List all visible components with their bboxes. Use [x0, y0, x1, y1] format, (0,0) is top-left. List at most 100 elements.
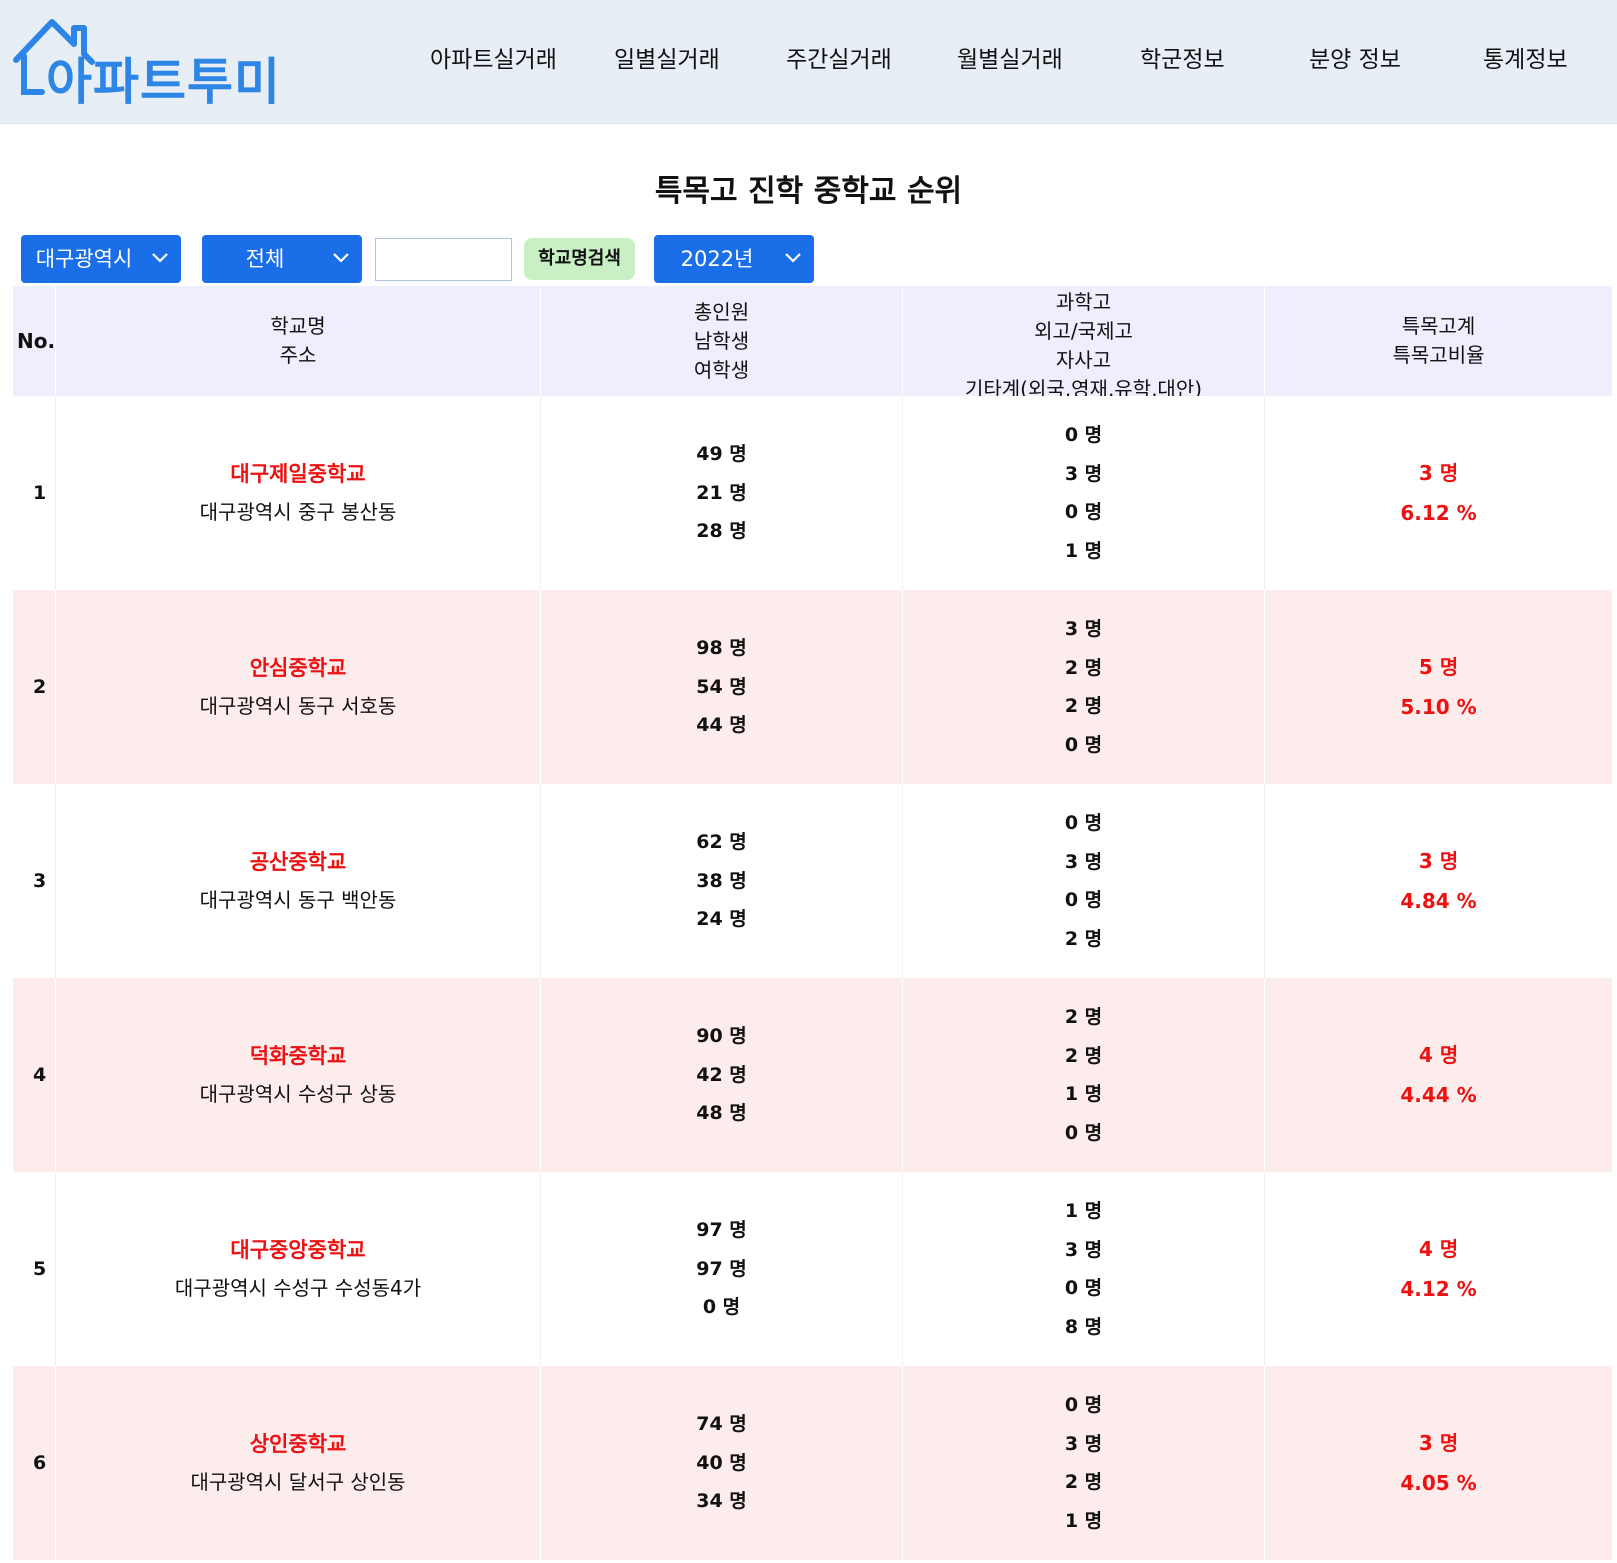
school-address: 대구광역시 동구 백안동 [199, 888, 397, 912]
chevron-down-icon [152, 253, 168, 263]
special-high-ratio: 4.12 % [1400, 1277, 1477, 1301]
row-number-cell: 5 [13, 1172, 56, 1366]
row-number: 2 [33, 676, 47, 698]
other-high-count: 1 명 [1064, 1509, 1103, 1532]
other-high-count: 1 명 [1064, 539, 1103, 562]
nav-item-2[interactable]: 일별실거래 [614, 40, 720, 80]
total-students: 97 명 [696, 1219, 747, 1242]
other-high-count: 8 명 [1064, 1315, 1103, 1338]
header-other-high: 기타계(외국,영재,유학,대안) [964, 377, 1203, 396]
school-name-link[interactable]: 안심중학교 [250, 649, 347, 687]
header-no: No. [13, 286, 56, 396]
students-cell: 97 명 97 명 0 명 [541, 1172, 903, 1366]
total-students: 90 명 [696, 1025, 747, 1048]
header-special-total: 특목고계 [1401, 314, 1476, 338]
nav-item-5[interactable]: 학군정보 [1140, 40, 1225, 80]
male-students: 54 명 [696, 675, 747, 698]
categories-cell: 0 명 3 명 0 명 2 명 [903, 784, 1265, 978]
school-address: 대구광역시 수성구 수성동4가 [174, 1276, 422, 1300]
nav-item-4[interactable]: 월별실거래 [957, 40, 1063, 80]
categories-cell: 0 명 3 명 2 명 1 명 [903, 1366, 1265, 1560]
students-cell: 49 명 21 명 28 명 [541, 396, 903, 590]
row-number: 3 [33, 870, 47, 892]
summary-cell: 3 명 6.12 % [1265, 396, 1612, 590]
foreign-intl-high-count: 3 명 [1064, 462, 1103, 485]
school-cell: 안심중학교대구광역시 동구 서호동 [56, 590, 541, 784]
autonomous-private-high-count: 0 명 [1064, 1277, 1103, 1299]
autonomous-private-high-count: 2 명 [1064, 695, 1103, 717]
female-students: 28 명 [696, 520, 747, 543]
foreign-intl-high-count: 2 명 [1064, 1044, 1103, 1067]
row-number-cell: 2 [13, 590, 56, 784]
special-high-total: 3 명 [1418, 849, 1459, 873]
row-number: 5 [33, 1258, 47, 1280]
school-name-link[interactable]: 상인중학교 [250, 1425, 347, 1463]
science-high-count: 2 명 [1064, 1006, 1103, 1028]
special-high-total: 5 명 [1418, 655, 1459, 679]
science-high-count: 1 명 [1064, 1200, 1103, 1222]
total-students: 98 명 [696, 637, 747, 660]
special-high-ratio: 4.84 % [1400, 889, 1477, 913]
school-name-link[interactable]: 대구중앙중학교 [230, 1231, 365, 1269]
header-no-label: No. [17, 328, 56, 353]
table-row: 2 안심중학교 대구광역시 동구 서호동 98 명 54 명 44 명 3 명 2 명 2 명 0… [13, 590, 1612, 784]
foreign-intl-high-count: 3 명 [1064, 1238, 1103, 1261]
summary-cell: 3 명 4.84 % [1265, 784, 1612, 978]
science-high-count: 3 명 [1064, 618, 1103, 640]
table-row: 4 덕화중학교 대구광역시 수성구 상동 90 명 42 명 48 명 2 명 2 명 1 명 0… [13, 978, 1612, 1172]
total-students: 49 명 [696, 443, 747, 466]
header-school-address: 주소 [279, 343, 317, 367]
foreign-intl-high-count: 2 명 [1064, 656, 1103, 679]
female-students: 48 명 [696, 1102, 747, 1125]
table-row: 5 대구중앙중학교대구광역시 수성구 수성동4가 97 명 97 명 0 명 1 명 3 명… [13, 1172, 1612, 1366]
nav-item-6[interactable]: 분양 정보 [1309, 40, 1401, 80]
students-cell: 90 명 42 명 48 명 [541, 978, 903, 1172]
foreign-intl-high-count: 3 명 [1064, 1432, 1103, 1455]
nav-item-3[interactable]: 주간실거래 [786, 40, 892, 80]
summary-cell: 5 명 5.10 % [1265, 590, 1612, 784]
female-students: 24 명 [696, 908, 747, 931]
district-select-value: 전체 [245, 247, 285, 271]
table-row: 6 상인중학교 대구광역시 달서구 상인동 74 명 40 명 34 명 0 명 3 명 2 명… [13, 1366, 1612, 1560]
science-high-count: 0 명 [1064, 1394, 1103, 1416]
special-high-ratio: 4.44 % [1400, 1083, 1477, 1107]
school-name-link[interactable]: 덕화중학교 [250, 1037, 347, 1075]
year-select[interactable]: 2022년 [654, 235, 814, 283]
year-select-value: 2022년 [680, 247, 754, 271]
header-students: 총인원 남학생 여학생 [541, 286, 903, 396]
female-students: 44 명 [696, 714, 747, 737]
logo-text: 아파트투미 [46, 53, 281, 111]
region-select[interactable]: 대구광역시 [21, 235, 181, 283]
row-number-cell: 1 [13, 396, 56, 590]
nav-item-7[interactable]: 통계정보 [1483, 40, 1568, 80]
school-name-link[interactable]: 공산중학교 [250, 843, 347, 881]
school-search-button[interactable]: 학교명검색 [524, 238, 635, 280]
nav-item-1[interactable]: 아파트실거래 [430, 40, 557, 80]
male-students: 42 명 [696, 1063, 747, 1086]
row-number: 4 [33, 1064, 47, 1086]
total-students: 74 명 [696, 1413, 747, 1436]
table-row: 3 공산중학교 대구광역시 동구 백안동 62 명 38 명 24 명 0 명 3 명 0 명 2… [13, 784, 1612, 978]
female-students: 0 명 [702, 1296, 741, 1319]
school-name-link[interactable]: 대구제일중학교 [230, 455, 365, 493]
site-logo[interactable]: 아파트투미 [12, 12, 280, 111]
categories-cell: 3 명 2 명 2 명 0 명 [903, 590, 1265, 784]
categories-cell: 0 명 3 명 0 명 1 명 [903, 396, 1265, 590]
table-header: No. 학교명 주소 총인원 남학생 여학생 과학고 외고/국제고 자사고 기타… [13, 286, 1612, 396]
chevron-down-icon [333, 253, 349, 263]
other-high-count: 0 명 [1064, 1121, 1103, 1144]
autonomous-private-high-count: 0 명 [1064, 889, 1103, 911]
science-high-count: 0 명 [1064, 424, 1103, 446]
autonomous-private-high-count: 2 명 [1064, 1471, 1103, 1493]
district-select[interactable]: 전체 [202, 235, 362, 283]
school-address: 대구광역시 동구 서호동 [199, 694, 397, 718]
row-number: 1 [33, 482, 47, 504]
page-title: 특목고 진학 중학교 순위 [654, 174, 963, 209]
male-students: 97 명 [696, 1257, 747, 1280]
autonomous-private-high-count: 1 명 [1064, 1083, 1103, 1105]
special-high-total: 4 명 [1418, 1043, 1459, 1067]
other-high-count: 2 명 [1064, 927, 1103, 950]
summary-cell: 3 명 4.05 % [1265, 1366, 1612, 1560]
school-search-input[interactable] [375, 238, 512, 281]
school-address: 대구광역시 중구 봉산동 [199, 500, 397, 524]
